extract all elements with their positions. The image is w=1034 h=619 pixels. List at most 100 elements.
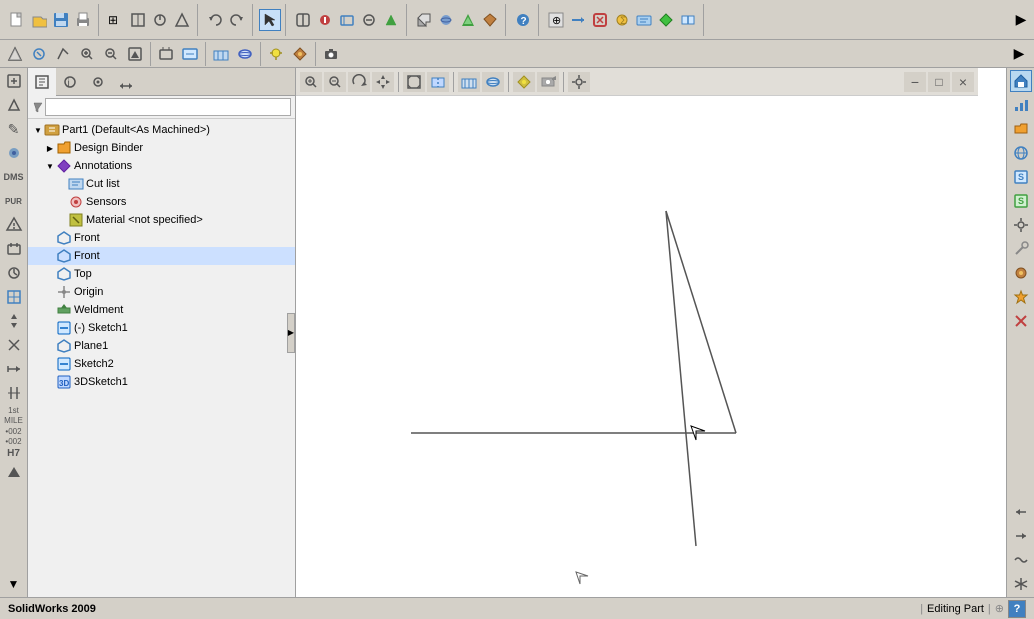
right-icon-s2[interactable]: S: [1010, 190, 1032, 212]
tb2-camera[interactable]: [320, 43, 342, 65]
tb2-section[interactable]: [234, 43, 256, 65]
tb2-3[interactable]: [52, 43, 74, 65]
vp-camera[interactable]: [537, 72, 559, 92]
vp-zoom-in[interactable]: [300, 72, 322, 92]
tree-item-origin[interactable]: ▶ Origin: [28, 283, 295, 301]
tb-btn-3[interactable]: [149, 9, 171, 31]
tb2-4[interactable]: [124, 43, 146, 65]
tb-misc-3[interactable]: [336, 9, 358, 31]
left-icon-5[interactable]: [3, 214, 25, 236]
left-icon-8[interactable]: [3, 286, 25, 308]
tree-item-weldment[interactable]: ▶ Weldment: [28, 301, 295, 319]
tb-btn-1[interactable]: ⊞: [105, 9, 127, 31]
tb-3d-1[interactable]: [413, 9, 435, 31]
open-button[interactable]: [28, 9, 50, 31]
left-icon-pur[interactable]: PUR: [3, 190, 25, 212]
right-icon-settings[interactable]: [1010, 214, 1032, 236]
tree-item-sensors[interactable]: ▶ Sensors: [28, 193, 295, 211]
left-collapse-icon[interactable]: ▼: [3, 573, 25, 595]
tb2-5[interactable]: [155, 43, 177, 65]
tb-extra-6[interactable]: [655, 9, 677, 31]
ft-tab-property[interactable]: i: [56, 68, 84, 96]
tree-item-material[interactable]: ▶ Material <not specified>: [28, 211, 295, 229]
left-icon-11[interactable]: [3, 382, 25, 404]
tree-item-front[interactable]: ▶ Front: [28, 229, 295, 247]
tb-misc-1[interactable]: [292, 9, 314, 31]
left-icon-9[interactable]: [3, 334, 25, 356]
tb2-render[interactable]: [289, 43, 311, 65]
vp-close[interactable]: ×: [952, 72, 974, 92]
tree-item-sketch2[interactable]: ▶ Sketch2: [28, 355, 295, 373]
tb2-2[interactable]: [28, 43, 50, 65]
left-icon-7[interactable]: [3, 262, 25, 284]
tree-item-annotations[interactable]: ▼ Annotations: [28, 157, 295, 175]
right-icon-scroll-1[interactable]: [1010, 501, 1032, 523]
tree-item-sketch1[interactable]: ▶ (-) Sketch1: [28, 319, 295, 337]
tb2-6[interactable]: [179, 43, 201, 65]
undo-button[interactable]: [204, 9, 226, 31]
tb-3d-3[interactable]: [457, 9, 479, 31]
left-icon-dms[interactable]: DMS: [3, 166, 25, 188]
tb-extra-5[interactable]: [633, 9, 655, 31]
vp-light[interactable]: [513, 72, 535, 92]
tree-item-right[interactable]: ▶ Top: [28, 265, 295, 283]
vp-settings[interactable]: [568, 72, 590, 92]
vp-restore[interactable]: □: [928, 72, 950, 92]
tb2-display[interactable]: [210, 43, 232, 65]
options-arrow[interactable]: ▶: [1010, 9, 1032, 31]
tb-btn-2[interactable]: [127, 9, 149, 31]
ft-tab-tree[interactable]: [28, 68, 56, 96]
left-icon-4[interactable]: [3, 142, 25, 164]
tb-extra-3[interactable]: [589, 9, 611, 31]
right-icon-paint[interactable]: [1010, 262, 1032, 284]
right-icon-folder[interactable]: [1010, 118, 1032, 140]
left-icon-up[interactable]: [3, 461, 25, 483]
right-icon-scroll-2[interactable]: [1010, 525, 1032, 547]
save-button[interactable]: [50, 9, 72, 31]
tb-extra-2[interactable]: [567, 9, 589, 31]
left-icon-arrows[interactable]: [3, 310, 25, 332]
tb-btn-4[interactable]: [171, 9, 193, 31]
tree-item-plane1[interactable]: ▶ Plane1: [28, 337, 295, 355]
tree-item-cutlist[interactable]: ▶ Cut list: [28, 175, 295, 193]
left-icon-2[interactable]: [3, 94, 25, 116]
left-icon-3[interactable]: ✎: [3, 118, 25, 140]
tb2-1[interactable]: [4, 43, 26, 65]
vp-rotate[interactable]: [348, 72, 370, 92]
tb2-zoom-in[interactable]: [76, 43, 98, 65]
vp-section[interactable]: [427, 72, 449, 92]
vp-render[interactable]: [482, 72, 504, 92]
tb2-options[interactable]: ▶: [1008, 43, 1030, 65]
left-icon-6[interactable]: [3, 238, 25, 260]
right-icon-s1[interactable]: S: [1010, 166, 1032, 188]
new-button[interactable]: [6, 9, 28, 31]
vp-pan[interactable]: [372, 72, 394, 92]
redo-button[interactable]: [226, 9, 248, 31]
tree-collapse-handle[interactable]: ▶: [287, 313, 295, 353]
right-icon-home[interactable]: [1010, 70, 1032, 92]
select-button[interactable]: [259, 9, 281, 31]
filter-input[interactable]: [45, 98, 291, 116]
ft-tab-config[interactable]: [84, 68, 112, 96]
right-icon-chart[interactable]: [1010, 94, 1032, 116]
tree-item-top[interactable]: ▶ Front: [28, 247, 295, 265]
right-icon-tools[interactable]: [1010, 238, 1032, 260]
help-button[interactable]: ?: [512, 9, 534, 31]
tb-extra-1[interactable]: ⊕: [545, 9, 567, 31]
ft-tab-dim[interactable]: [112, 68, 140, 96]
print-button[interactable]: [72, 9, 94, 31]
tb2-light[interactable]: [265, 43, 287, 65]
left-icon-1[interactable]: [3, 70, 25, 92]
tb-misc-2[interactable]: [314, 9, 336, 31]
tb-3d-2[interactable]: [435, 9, 457, 31]
right-icon-wave[interactable]: [1010, 549, 1032, 571]
left-icon-10[interactable]: [3, 358, 25, 380]
right-icon-globe[interactable]: [1010, 142, 1032, 164]
vp-zoom-out[interactable]: [324, 72, 346, 92]
vp-minimize[interactable]: −: [904, 72, 926, 92]
tree-item-3dsketch1[interactable]: ▶ 3D 3DSketch1: [28, 373, 295, 391]
right-icon-star[interactable]: [1010, 286, 1032, 308]
status-help[interactable]: ?: [1008, 600, 1026, 618]
tree-item-design-binder[interactable]: ▶ Design Binder: [28, 139, 295, 157]
tb-extra-4[interactable]: Σ: [611, 9, 633, 31]
